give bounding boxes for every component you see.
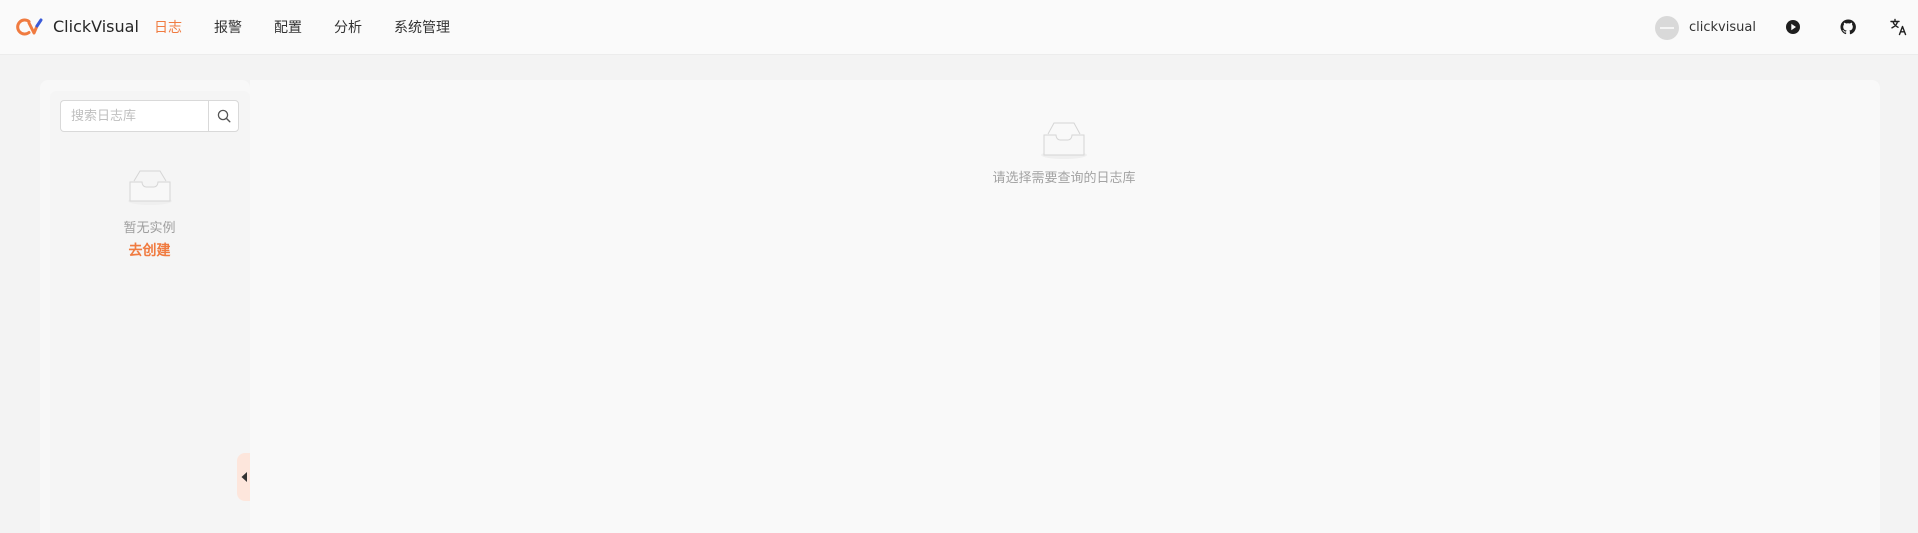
empty-inbox-icon xyxy=(1041,122,1087,159)
translate-icon[interactable] xyxy=(1889,17,1909,37)
search-input[interactable] xyxy=(60,100,208,132)
nav-item-config[interactable]: 配置 xyxy=(274,18,302,38)
sidebar-empty-state: 暂无实例 去创建 xyxy=(60,168,239,260)
username[interactable]: clickvisual xyxy=(1689,19,1756,36)
top-header: ClickVisual 日志 报警 配置 分析 系统管理 clickvisual xyxy=(0,0,1918,55)
nav-item-logs[interactable]: 日志 xyxy=(154,18,182,38)
brand-name: ClickVisual xyxy=(53,17,139,36)
clickvisual-logo-icon xyxy=(16,18,43,36)
search-button[interactable] xyxy=(208,100,239,132)
create-instance-link[interactable]: 去创建 xyxy=(60,242,239,260)
search-icon xyxy=(217,109,230,123)
select-log-library-hint: 请选择需要查询的日志库 xyxy=(992,171,1136,186)
nav-item-alarm[interactable]: 报警 xyxy=(214,18,242,38)
github-icon[interactable] xyxy=(1838,17,1858,37)
log-library-search xyxy=(60,100,239,132)
sidebar-instance-list xyxy=(50,91,250,533)
empty-instance-text: 暂无实例 xyxy=(123,221,176,236)
caret-left-icon xyxy=(241,472,247,482)
nav-item-analysis[interactable]: 分析 xyxy=(334,18,362,38)
empty-inbox-icon xyxy=(127,170,172,205)
brand-logo[interactable]: ClickVisual xyxy=(16,17,139,37)
user-avatar[interactable] xyxy=(1655,16,1679,40)
sidebar-collapse-toggle[interactable] xyxy=(237,453,251,501)
play-circle-icon[interactable] xyxy=(1783,17,1803,37)
nav-item-system-management[interactable]: 系统管理 xyxy=(394,18,450,38)
main-nav: 日志 报警 配置 分析 系统管理 xyxy=(154,0,482,55)
main-empty-state: 请选择需要查询的日志库 xyxy=(964,120,1164,188)
